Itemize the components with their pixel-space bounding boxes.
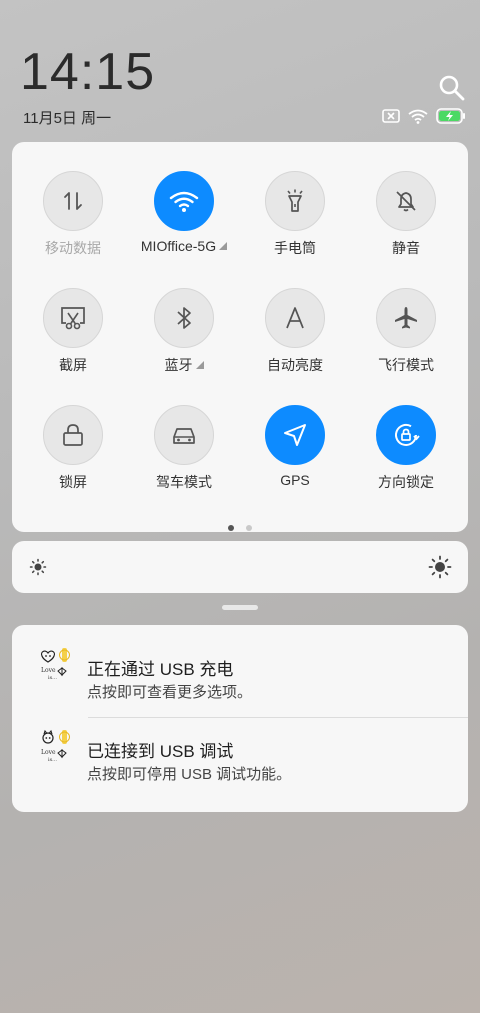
- tile-mute[interactable]: 静音: [350, 171, 462, 258]
- wifi-icon: [154, 171, 214, 231]
- svg-text:is...: is...: [48, 675, 57, 681]
- svg-text:is...: is...: [48, 757, 57, 763]
- page-dot-active[interactable]: [228, 525, 234, 531]
- screenshot-icon: [43, 288, 103, 348]
- gps-arrow-icon: [265, 405, 325, 465]
- tile-airplane[interactable]: 飞行模式: [350, 288, 462, 375]
- notification-title: 正在通过 USB 充电: [87, 660, 234, 679]
- tile-label: 方向锁定: [378, 474, 434, 490]
- drag-handle[interactable]: [222, 605, 258, 610]
- tile-wifi[interactable]: MIOffice-5G: [128, 171, 240, 254]
- tile-label: 蓝牙: [128, 355, 240, 375]
- tile-label: 锁屏: [59, 474, 87, 490]
- tile-bluetooth[interactable]: 蓝牙: [128, 288, 240, 375]
- tile-driving-mode[interactable]: 驾车模式: [128, 405, 240, 492]
- expand-arrow-icon[interactable]: [195, 361, 204, 369]
- tile-rotation-lock[interactable]: 方向锁定: [350, 405, 462, 492]
- search-icon[interactable]: [438, 74, 466, 102]
- tile-label: MIOffice-5G: [128, 238, 240, 254]
- tile-label: 截屏: [59, 357, 87, 373]
- notification-list: Love is... 正在通过 USB 充电 点按即可查看更多选项。 Love …: [12, 625, 468, 812]
- brightness-high-icon: [428, 555, 452, 584]
- notification-usb-charging[interactable]: Love is... 正在通过 USB 充电 点按即可查看更多选项。: [12, 625, 468, 705]
- tile-label: 静音: [392, 240, 420, 256]
- car-icon: [154, 405, 214, 465]
- tile-lock-screen[interactable]: 锁屏: [17, 405, 129, 492]
- page-indicator: [12, 518, 468, 536]
- app-icon: Love is...: [38, 727, 78, 767]
- svg-text:Love: Love: [41, 749, 56, 756]
- bluetooth-icon: [154, 288, 214, 348]
- tile-mobile-data[interactable]: 移动数据: [17, 171, 129, 258]
- tile-label: GPS: [280, 472, 310, 488]
- mute-bell-icon: [376, 171, 436, 231]
- no-sim-icon: [382, 108, 400, 128]
- tile-auto-brightness[interactable]: 自动亮度: [239, 288, 351, 375]
- page-dot[interactable]: [246, 525, 252, 531]
- lock-icon: [43, 405, 103, 465]
- notification-usb-debugging[interactable]: Love is... 已连接到 USB 调试 点按即可停用 USB 调试功能。: [12, 707, 468, 787]
- notification-subtitle: 点按即可停用 USB 调试功能。: [87, 766, 292, 783]
- expand-arrow-icon[interactable]: [219, 242, 228, 250]
- clock-time: 14:15: [20, 43, 156, 101]
- tile-screenshot[interactable]: 截屏: [17, 288, 129, 375]
- rotation-lock-icon: [376, 405, 436, 465]
- tile-label: 飞行模式: [378, 357, 434, 373]
- airplane-icon: [376, 288, 436, 348]
- clock-date: 11月5日 周一: [23, 110, 112, 127]
- quick-settings-panel: 移动数据 MIOffice-5G 手电筒 静音 截屏 蓝牙 自动亮度 飞行模式 …: [12, 142, 468, 532]
- auto-brightness-icon: [265, 288, 325, 348]
- notification-title: 已连接到 USB 调试: [87, 742, 234, 761]
- tile-gps[interactable]: GPS: [239, 405, 351, 488]
- brightness-low-icon: [29, 558, 47, 581]
- tile-label: 移动数据: [45, 240, 101, 256]
- wifi-status-icon: [408, 108, 428, 129]
- system-status-icons: [382, 107, 466, 129]
- brightness-slider[interactable]: [12, 541, 468, 593]
- tile-label: 手电筒: [274, 240, 316, 256]
- svg-text:Love: Love: [41, 667, 56, 674]
- flashlight-icon: [265, 171, 325, 231]
- mobile-data-icon: [43, 171, 103, 231]
- tile-label: 驾车模式: [156, 474, 212, 490]
- app-icon: Love is...: [38, 645, 78, 685]
- tile-flashlight[interactable]: 手电筒: [239, 171, 351, 258]
- notification-subtitle: 点按即可查看更多选项。: [87, 684, 253, 701]
- tile-label: 自动亮度: [267, 357, 323, 373]
- battery-charging-icon: [436, 107, 466, 129]
